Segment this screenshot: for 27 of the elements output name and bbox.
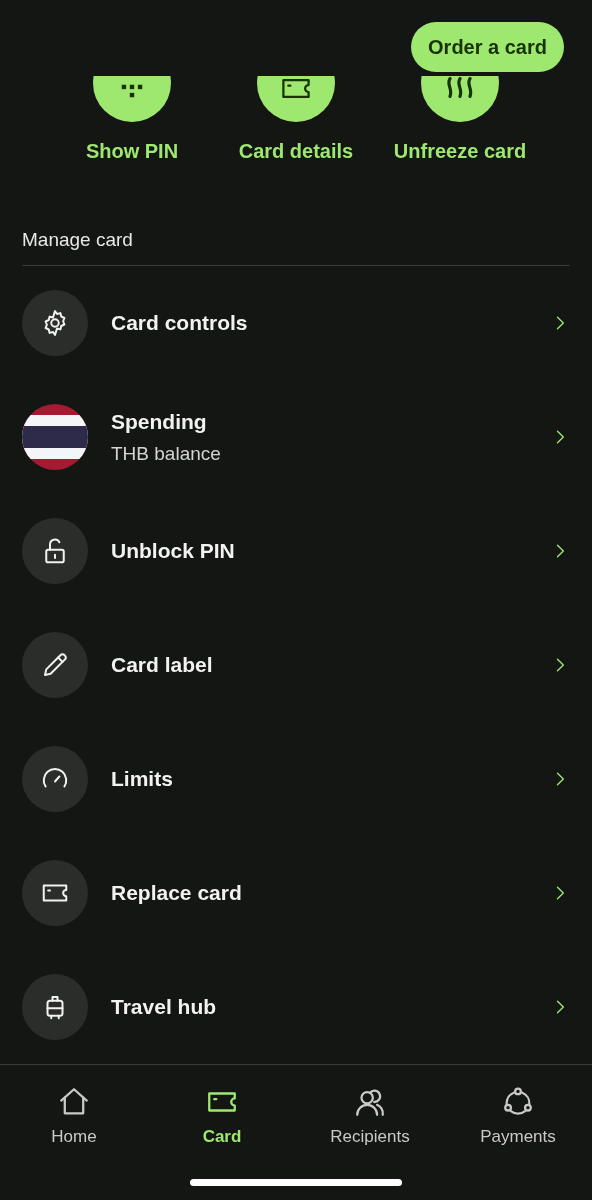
heat-waves-icon bbox=[447, 77, 473, 98]
list-row[interactable]: Travel hub bbox=[0, 950, 592, 1064]
order-card-button[interactable]: Order a card bbox=[411, 22, 564, 72]
list-row[interactable]: Card controls bbox=[0, 266, 592, 380]
card-icon bbox=[282, 79, 310, 98]
row-title: Unblock PIN bbox=[111, 539, 236, 563]
row-title: Card label bbox=[111, 653, 214, 677]
nav-tab[interactable]: Home bbox=[0, 1085, 148, 1147]
section-title: Manage card bbox=[21, 229, 134, 251]
nav-tab[interactable]: Card bbox=[148, 1085, 296, 1147]
nav-tab[interactable]: Recipients bbox=[296, 1085, 444, 1147]
row-title: Travel hub bbox=[111, 995, 218, 1019]
list-row[interactable]: Spending THB balance bbox=[0, 380, 592, 494]
row-title: Card controls bbox=[111, 311, 249, 335]
list-row[interactable]: Replace card bbox=[0, 836, 592, 950]
row-title: Replace card bbox=[111, 881, 243, 905]
keypad-icon bbox=[121, 84, 143, 98]
row-title: Limits bbox=[111, 767, 174, 791]
row-title: Spending bbox=[111, 409, 208, 434]
action-label[interactable]: Card details bbox=[238, 139, 354, 163]
list-row[interactable]: Card label bbox=[0, 608, 592, 722]
action-label[interactable]: Show PIN bbox=[85, 139, 179, 163]
list-row[interactable]: Unblock PIN bbox=[0, 494, 592, 608]
row-subtitle: THB balance bbox=[111, 442, 222, 465]
action-label[interactable]: Unfreeze card bbox=[393, 139, 527, 163]
list-row[interactable]: Limits bbox=[0, 722, 592, 836]
nav-tab[interactable]: Payments bbox=[444, 1085, 592, 1147]
